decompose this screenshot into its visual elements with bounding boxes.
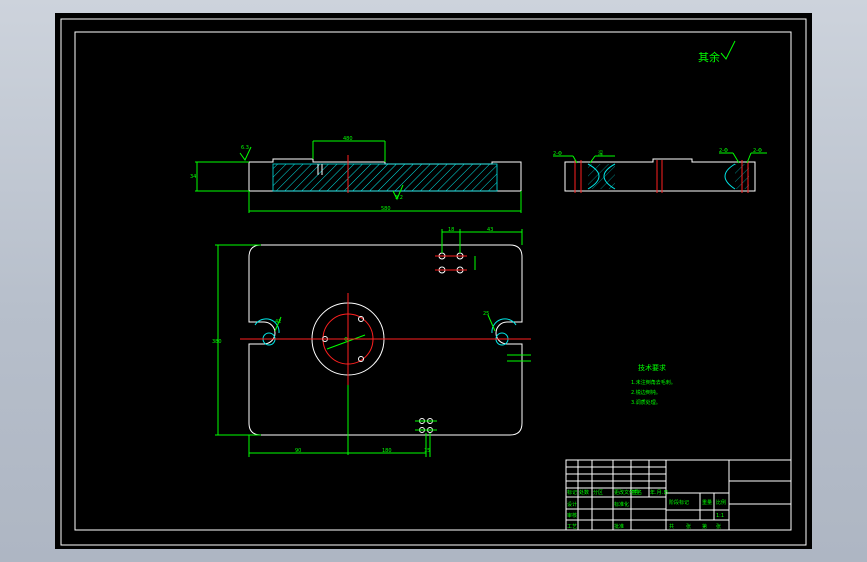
svg-text:审核: 审核: [567, 512, 577, 519]
svg-text:380: 380: [212, 339, 222, 345]
tech-req-line: 1.未注倒角去毛刺。: [631, 379, 676, 386]
svg-text:42: 42: [275, 319, 281, 325]
svg-text:180: 180: [382, 448, 392, 454]
svg-text:34: 34: [190, 174, 196, 180]
svg-text:张: 张: [686, 523, 691, 530]
svg-text:1:1: 1:1: [716, 513, 724, 519]
svg-text:签名: 签名: [632, 489, 642, 496]
svg-text:比例: 比例: [716, 499, 726, 506]
svg-text:2-Φ: 2-Φ: [719, 148, 728, 154]
roughness-symbol-icon: [720, 40, 736, 60]
svg-text:43: 43: [487, 227, 493, 233]
svg-text:第: 第: [702, 523, 707, 530]
svg-text:处数: 处数: [579, 489, 589, 496]
svg-text:分区: 分区: [593, 489, 603, 496]
svg-text:2-Φ: 2-Φ: [553, 151, 562, 157]
svg-text:580: 580: [381, 206, 391, 212]
side-view: 2-Φ 深 2-Φ 2-Φ: [553, 148, 767, 193]
tech-req-line: 3.调质处理。: [631, 399, 661, 406]
svg-text:2-Φ: 2-Φ: [753, 148, 762, 154]
cad-viewport[interactable]: 其余 480 580 34 6.3 3.2 2-Φ 深 2-Φ 2-Φ Φ 18…: [55, 13, 812, 549]
svg-text:批准: 批准: [614, 523, 624, 530]
svg-text:共: 共: [669, 523, 674, 530]
svg-text:工艺: 工艺: [567, 524, 577, 530]
tech-req-line: 2.锐边倒钝。: [631, 389, 661, 396]
svg-text:标记: 标记: [567, 489, 577, 496]
plan-view: Φ 18 43 90 180 15 380 42 25: [212, 227, 531, 457]
svg-text:年.月.日: 年.月.日: [650, 489, 668, 496]
roughness-note: 其余: [698, 40, 736, 64]
svg-text:Φ: Φ: [344, 337, 348, 343]
svg-text:18: 18: [448, 227, 454, 233]
outer-frame: [60, 18, 807, 546]
svg-text:设计: 设计: [567, 501, 577, 508]
title-block: 标记 处数 分区 更改文件号 签名 年.月.日 设计 标准化 阶段标记 重量 比…: [565, 459, 792, 531]
section-view: 480 580 34 6.3 3.2: [190, 136, 522, 213]
svg-text:标准化: 标准化: [614, 501, 629, 508]
drawing-canvas: 其余 480 580 34 6.3 3.2 2-Φ 深 2-Φ 2-Φ Φ 18…: [60, 18, 807, 546]
svg-text:6.3: 6.3: [241, 145, 249, 151]
svg-text:张: 张: [716, 523, 721, 530]
svg-text:其余: 其余: [698, 50, 720, 64]
svg-text:重量: 重量: [702, 499, 712, 506]
svg-text:480: 480: [343, 136, 353, 142]
svg-text:深: 深: [598, 150, 603, 157]
svg-text:15: 15: [424, 448, 430, 454]
svg-text:阶段标记: 阶段标记: [669, 499, 689, 506]
inner-frame: [74, 31, 792, 531]
tech-req-title: 技术要求: [638, 363, 666, 372]
svg-text:90: 90: [295, 448, 301, 454]
svg-text:25: 25: [483, 311, 489, 317]
svg-text:3.2: 3.2: [395, 195, 403, 201]
technical-requirements: 技术要求 1.未注倒角去毛刺。 2.锐边倒钝。 3.调质处理。: [631, 363, 676, 406]
